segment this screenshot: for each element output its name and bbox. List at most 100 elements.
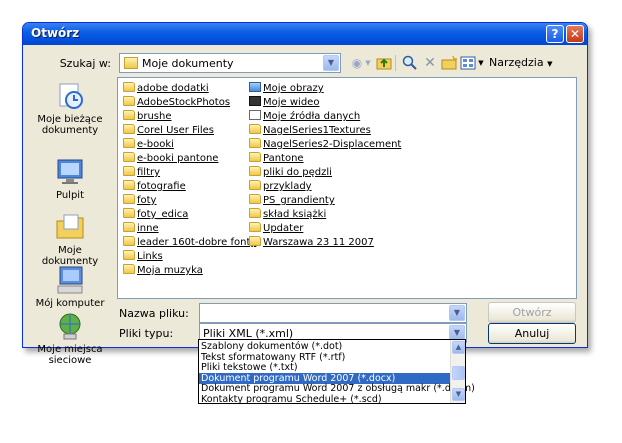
file-item[interactable]: Moje źródła danych <box>249 110 360 123</box>
folder-icon <box>249 194 261 204</box>
tools-chevron-down-icon: ▼ <box>547 60 553 68</box>
dialog-title: Otwórz <box>31 26 80 40</box>
file-item[interactable]: Links <box>123 250 163 263</box>
file-item-label: przyklady <box>263 181 312 192</box>
place-my-documents[interactable]: Moje dokumenty <box>29 211 111 267</box>
pictures-folder-icon <box>249 82 261 92</box>
views-icon[interactable] <box>460 55 476 71</box>
folder-icon <box>123 110 135 120</box>
file-item[interactable]: fotografie <box>123 180 186 193</box>
file-item[interactable]: AdobeStockPhotos <box>123 96 230 109</box>
file-item[interactable]: pliki do pędzli <box>249 166 332 179</box>
open-button[interactable]: Otwórz <box>488 302 576 323</box>
delete-icon[interactable]: ✕ <box>422 55 438 71</box>
file-item-label: Corel User Files <box>137 125 215 136</box>
back-dropdown-icon[interactable]: ▼ <box>364 55 372 71</box>
my-documents-small-icon <box>124 57 138 69</box>
file-item-label: Links <box>137 251 163 262</box>
file-item[interactable]: Moje obrazy <box>249 82 324 95</box>
file-item-label: filtry <box>137 167 161 178</box>
file-type-option[interactable]: Tekst sformatowany RTF (*.rtf) <box>199 352 450 363</box>
open-dialog: Otwórz ? ✕ Szukaj w: Moje dokumenty ▼ ◉ … <box>22 22 588 366</box>
place-label: Moje bieżące dokumenty <box>37 114 103 136</box>
scroll-thumb[interactable] <box>452 366 465 380</box>
file-item-label: fotografie <box>137 181 186 192</box>
file-item[interactable]: NagelSeries1Textures <box>249 124 371 137</box>
new-folder-icon[interactable] <box>441 55 457 71</box>
file-item[interactable]: e-booki <box>123 138 174 151</box>
file-item[interactable]: Updater <box>249 222 303 235</box>
folder-icon <box>249 124 261 134</box>
file-item-label: leader 160t-dobre fonty <box>137 237 257 248</box>
chevron-down-icon[interactable]: ▼ <box>449 305 465 321</box>
network-places-icon <box>54 310 86 342</box>
file-item[interactable]: Warszawa 23 11 2007 <box>249 236 374 249</box>
file-item[interactable]: przyklady <box>249 180 312 193</box>
file-item-label: Moje obrazy <box>263 83 324 94</box>
up-folder-icon[interactable] <box>376 55 392 71</box>
back-icon[interactable]: ◉ <box>349 55 365 71</box>
file-item[interactable]: skład książki <box>249 208 326 221</box>
data-sources-icon <box>249 110 261 120</box>
look-in-combo[interactable]: Moje dokumenty ▼ <box>119 53 341 73</box>
file-name-input[interactable]: ▼ <box>199 303 467 323</box>
title-bar[interactable]: Otwórz ? ✕ <box>23 23 587 45</box>
place-label: Moje miejsca sieciowe <box>37 344 103 366</box>
scroll-up-icon[interactable]: ▲ <box>452 341 465 354</box>
file-item-label: e-booki <box>137 139 174 150</box>
file-item[interactable]: foty_edica <box>123 208 188 221</box>
file-item[interactable]: PS_grandienty <box>249 194 335 207</box>
file-type-option[interactable]: Dokument programu Word 2007 z obsługą ma… <box>199 383 475 394</box>
help-button[interactable]: ? <box>546 25 564 43</box>
file-type-option[interactable]: Dokument programu Word 2007 (*.docx) <box>199 372 450 384</box>
places-bar: Moje bieżące dokumenty Pulpit Moje dokum… <box>29 78 111 366</box>
file-type-option[interactable]: Pliki tekstowe (*.txt) <box>199 362 450 373</box>
file-list[interactable]: adobe dodatki AdobeStockPhotos brushe Corel… <box>117 77 577 299</box>
views-dropdown-icon[interactable]: ▼ <box>477 55 485 71</box>
file-item[interactable]: NagelSeries2-Displacement <box>249 138 401 151</box>
file-type-dropdown[interactable]: Szablony dokumentów (*.dot) Tekst sformat… <box>198 339 475 405</box>
chevron-down-icon[interactable]: ▼ <box>323 55 339 71</box>
folder-icon <box>123 222 135 232</box>
file-item-label: NagelSeries1Textures <box>263 125 371 136</box>
file-item-label: foty <box>137 195 157 206</box>
file-item-label: e-booki pantone <box>137 153 219 164</box>
file-item[interactable]: e-booki pantone <box>123 152 218 165</box>
folder-icon <box>249 208 261 218</box>
file-item-label: Moje wideo <box>263 97 320 108</box>
look-in-label: Szukaj w: <box>59 57 111 70</box>
tools-menu[interactable]: Narzędzia ▼ <box>489 56 552 69</box>
scroll-down-icon[interactable]: ▼ <box>452 388 465 401</box>
file-item[interactable]: Corel User Files <box>123 124 214 137</box>
file-item-label: pliki do pędzli <box>263 167 332 178</box>
file-type-option[interactable]: Kontakty programu Schedule+ (*.scd) <box>199 394 450 405</box>
folder-icon <box>123 236 135 246</box>
file-item[interactable]: foty <box>123 194 156 207</box>
place-desktop[interactable]: Pulpit <box>29 156 111 201</box>
folder-icon <box>123 264 135 274</box>
folder-icon <box>123 82 135 92</box>
place-recent-documents[interactable]: Moje bieżące dokumenty <box>29 80 111 136</box>
place-network[interactable]: Moje miejsca sieciowe <box>29 310 111 366</box>
file-item[interactable]: inne <box>123 222 159 235</box>
file-item[interactable]: Moja muzyka <box>123 264 203 277</box>
place-my-computer[interactable]: Mój komputer <box>29 264 111 309</box>
file-item[interactable]: brushe <box>123 110 172 123</box>
folder-icon <box>123 250 135 260</box>
dropdown-scrollbar[interactable]: ▲ ▼ <box>450 340 465 403</box>
file-item[interactable]: Pantone <box>249 152 304 165</box>
file-item[interactable]: Moje wideo <box>249 96 319 109</box>
tools-menu-label: Narzędzia <box>489 56 544 69</box>
place-label: Pulpit <box>55 190 85 201</box>
cancel-button[interactable]: Anuluj <box>488 323 576 344</box>
file-item[interactable]: filtry <box>123 166 160 179</box>
folder-icon <box>123 166 135 176</box>
file-item-label: PS_grandienty <box>263 195 335 206</box>
file-type-option[interactable]: Szablony dokumentów (*.dot) <box>199 341 450 352</box>
search-web-icon[interactable] <box>402 55 418 71</box>
file-item-label: Updater <box>263 223 304 234</box>
close-button[interactable]: ✕ <box>566 25 584 43</box>
file-item[interactable]: leader 160t-dobre fonty <box>123 236 256 249</box>
folder-icon <box>249 180 261 190</box>
file-item[interactable]: adobe dodatki <box>123 82 209 95</box>
